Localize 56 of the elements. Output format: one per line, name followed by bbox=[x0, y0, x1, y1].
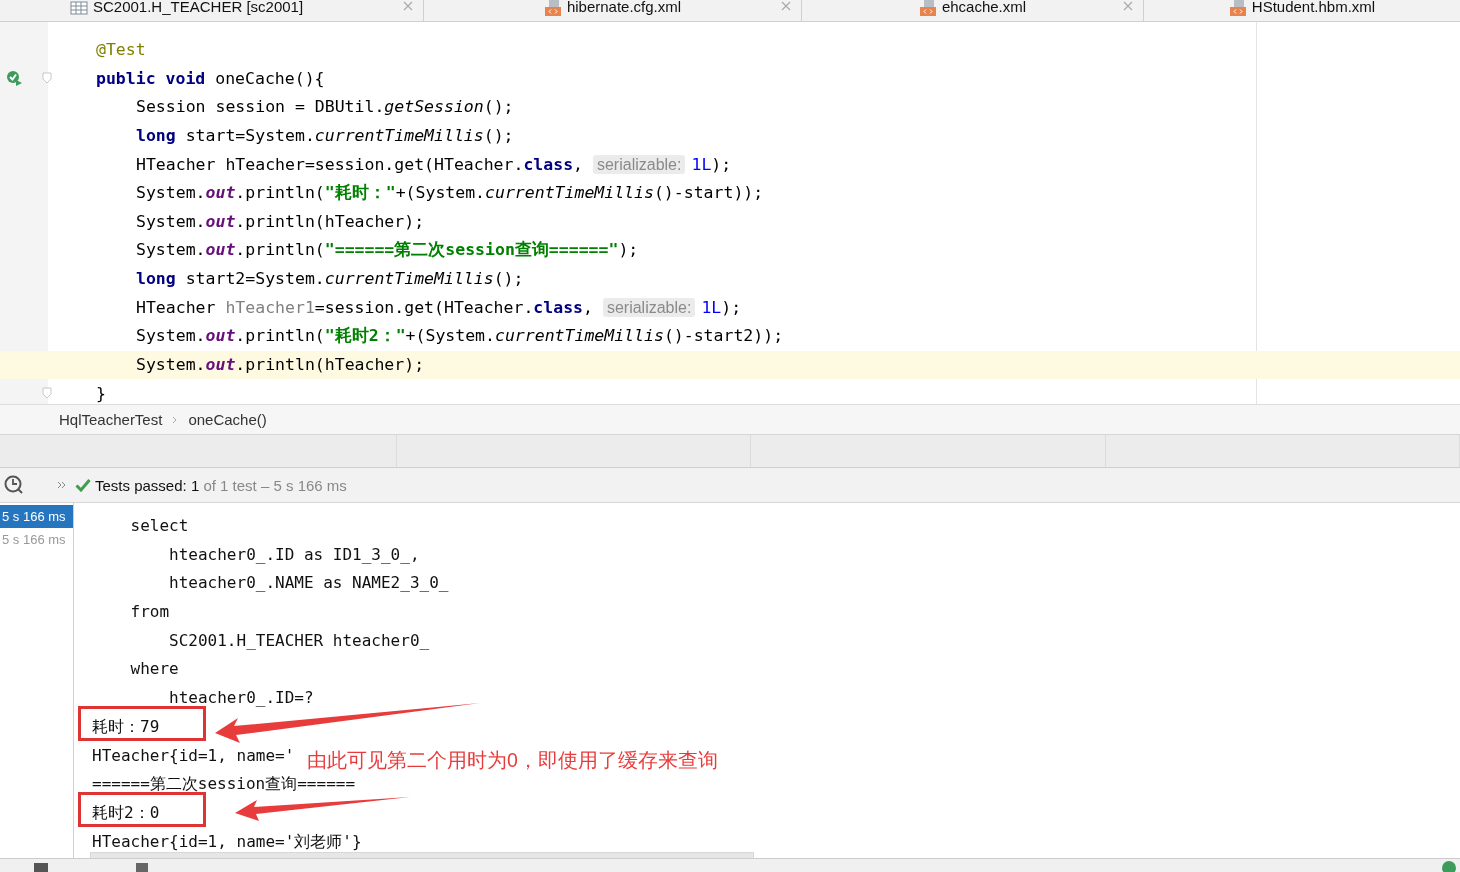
check-icon bbox=[75, 478, 91, 492]
code-line: System.out.println("耗时2："+(System.currentTimeMillis()-start2)); bbox=[136, 325, 784, 348]
status-icon[interactable] bbox=[1442, 861, 1456, 872]
code-line: HTeacher hTeacher=session.get(HTeacher.class, serializable: 1L); bbox=[136, 154, 732, 174]
close-icon[interactable] bbox=[403, 1, 413, 11]
close-icon[interactable] bbox=[781, 1, 791, 11]
breadcrumb-item[interactable]: oneCache() bbox=[188, 411, 267, 428]
console-line: where bbox=[129, 659, 179, 679]
code-line: public void oneCache(){ bbox=[96, 68, 325, 88]
parameter-hint: serializable: bbox=[602, 298, 696, 318]
code-line: Session session = DBUtil.getSession(); bbox=[136, 97, 514, 117]
scrollbar[interactable] bbox=[90, 852, 754, 858]
code-line: HTeacher hTeacher1=session.get(HTeacher.class, serializable: 1L); bbox=[136, 298, 742, 318]
tab-label: SC2001.H_TEACHER [sc2001] bbox=[93, 0, 304, 15]
code-line: System.out.println("耗时："+(System.currentTimeMillis()-start)); bbox=[136, 181, 764, 204]
console-line: hteacher0_.NAME as NAME2_3_0_ bbox=[168, 573, 449, 593]
code-line: System.out.println(hTeacher); bbox=[136, 211, 425, 231]
code-line: System.out.println("======第二次session查询======"); bbox=[136, 239, 639, 262]
tab-label: hibernate.cfg.xml bbox=[566, 0, 682, 15]
console-line: HTeacher{id=1, name='刘老师'} bbox=[92, 831, 362, 851]
close-icon[interactable] bbox=[1123, 1, 1133, 11]
tab-label: HStudent.hbm.xml bbox=[1251, 0, 1376, 15]
history-icon[interactable] bbox=[3, 474, 25, 496]
console-line: 耗时：79 bbox=[92, 716, 160, 736]
parameter-hint: serializable: bbox=[592, 154, 686, 174]
more-icon[interactable] bbox=[57, 480, 67, 490]
code-line: long start=System.currentTimeMillis(); bbox=[136, 125, 514, 145]
console-line: hteacher0_.ID=? bbox=[168, 688, 314, 708]
editor-tab[interactable]: HStudent.hbm.xml bbox=[1144, 0, 1460, 21]
console-line: hteacher0_.ID as ID1_3_0_, bbox=[168, 544, 420, 564]
fold-marker-icon[interactable] bbox=[42, 71, 52, 84]
code-line: } bbox=[96, 384, 106, 404]
console-line: select bbox=[129, 516, 189, 535]
editor-tab[interactable]: hibernate.cfg.xml bbox=[424, 0, 802, 21]
annotation-text: 由此可见第二个用时为0，即使用了缓存来查询 bbox=[307, 748, 718, 773]
xml-file-icon bbox=[918, 0, 937, 16]
console-line: SC2001.H_TEACHER hteacher0_ bbox=[168, 630, 430, 650]
run-test-icon[interactable] bbox=[6, 68, 24, 87]
test-tree-item[interactable]: 5 s 166 ms bbox=[0, 505, 73, 528]
code-line: long start2=System.currentTimeMillis(); bbox=[136, 269, 524, 289]
console-line: 耗时2：0 bbox=[92, 802, 160, 822]
breadcrumb-item[interactable]: HqlTeacherTest bbox=[59, 411, 163, 428]
console-line: from bbox=[129, 602, 170, 622]
code-line: System.out.println(hTeacher); bbox=[136, 355, 425, 375]
tab-label: ehcache.xml bbox=[941, 0, 1027, 15]
test-status: Tests passed: 1 of 1 test – 5 s 166 ms bbox=[95, 476, 347, 494]
table-icon bbox=[70, 0, 88, 15]
console-line: ======第二次session查询====== bbox=[92, 774, 356, 794]
editor-tab[interactable]: SC2001.H_TEACHER [sc2001] bbox=[0, 0, 424, 21]
chevron-icon bbox=[172, 415, 179, 424]
fold-marker-icon[interactable] bbox=[42, 387, 52, 400]
editor-tab[interactable]: ehcache.xml bbox=[802, 0, 1144, 21]
code-line: @Test bbox=[96, 39, 146, 59]
xml-file-icon bbox=[1228, 0, 1247, 16]
console-line: HTeacher{id=1, name=' bbox=[92, 745, 295, 765]
xml-file-icon bbox=[543, 0, 562, 16]
